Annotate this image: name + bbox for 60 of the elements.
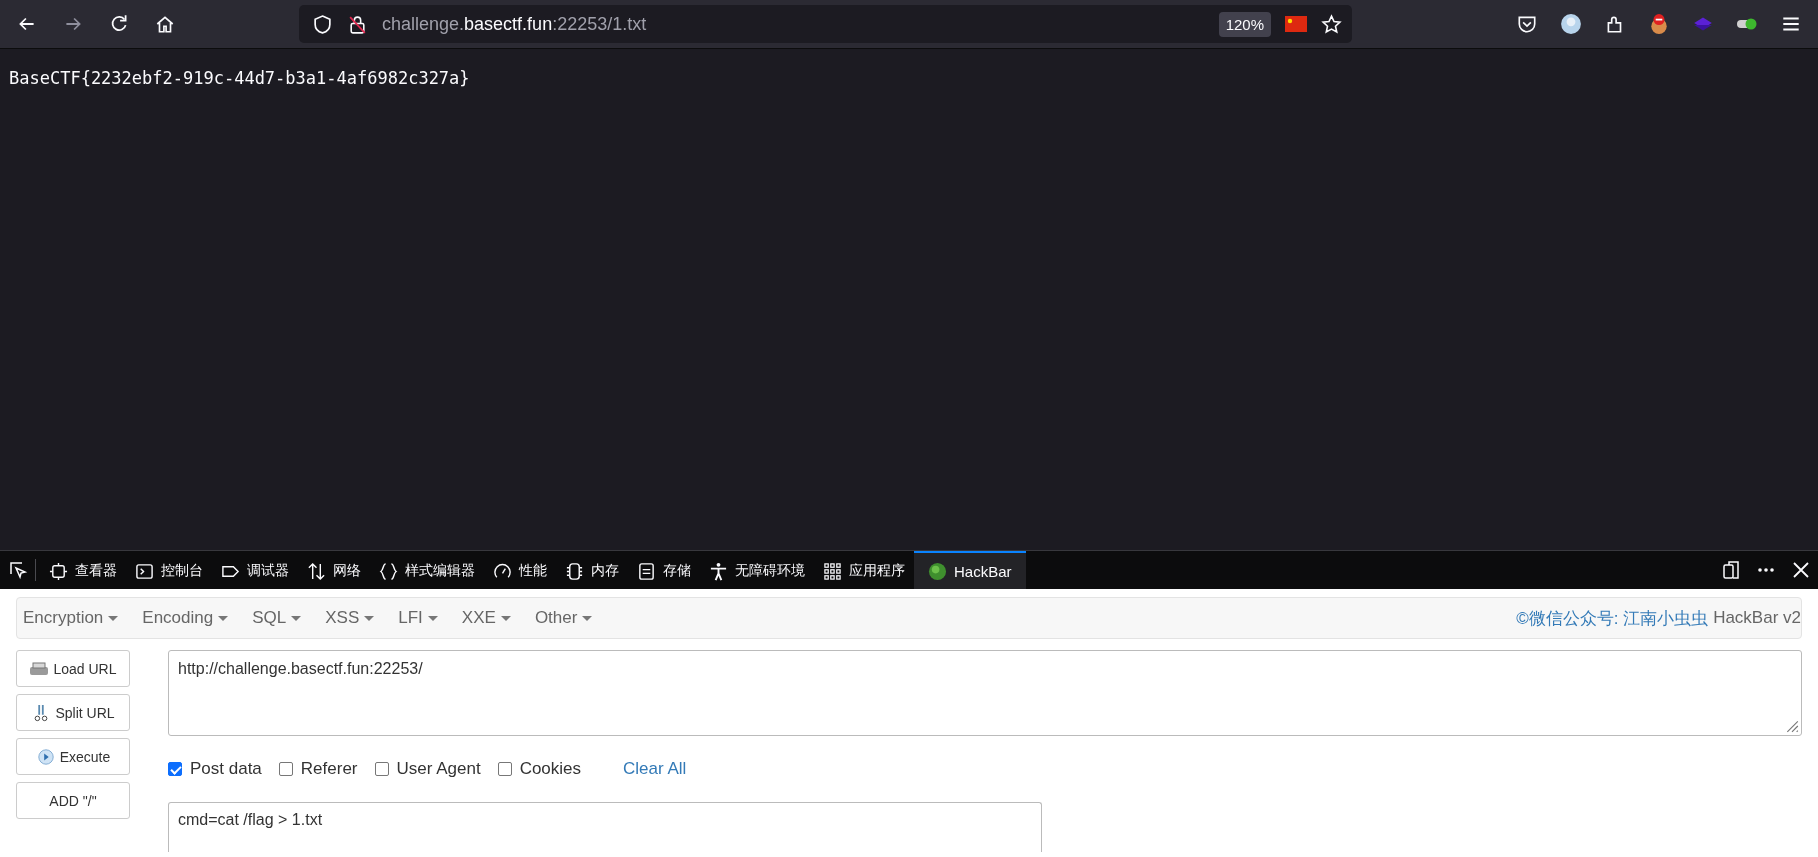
- star-icon[interactable]: [1321, 13, 1342, 35]
- checkbox[interactable]: [168, 762, 182, 776]
- menu-dropdown[interactable]: Encryption: [23, 608, 131, 628]
- checkbox-label: User Agent: [396, 759, 481, 779]
- devtools-tab[interactable]: 样式编辑器: [370, 551, 484, 589]
- url-textarea[interactable]: http://challenge.basectf.fun:22253/: [168, 650, 1802, 736]
- post-data-field[interactable]: cmd=cat /flag > 1.txt: [168, 802, 1042, 852]
- checkbox-label: Referer: [300, 759, 358, 779]
- action-button[interactable]: Split URL: [16, 694, 130, 731]
- shield-icon[interactable]: [312, 13, 333, 35]
- devtools-tab[interactable]: 调试器: [212, 551, 298, 589]
- blocker-icon[interactable]: [1648, 13, 1670, 35]
- avatar-icon[interactable]: [1560, 13, 1582, 35]
- storage-icon: [637, 561, 656, 581]
- url-text: challenge.basectf.fun:22253/1.txt: [382, 13, 648, 35]
- chip-icon: [49, 561, 68, 581]
- play-icon: [35, 747, 56, 766]
- devtools-tab[interactable]: 控制台: [126, 551, 212, 589]
- checkbox-label: Post data: [190, 759, 262, 779]
- credit-link[interactable]: ©微信公众号: 江南小虫虫: [1516, 606, 1709, 630]
- devtools-tab[interactable]: 查看器: [40, 551, 126, 589]
- hackbar-logo-icon: [928, 561, 947, 581]
- action-button[interactable]: Execute: [16, 738, 130, 775]
- close-icon[interactable]: [1791, 560, 1811, 580]
- devtools-tab[interactable]: 内存: [556, 551, 628, 589]
- checkbox[interactable]: [278, 762, 293, 776]
- zoom-level-badge[interactable]: 120%: [1218, 11, 1271, 37]
- checkbox[interactable]: [497, 762, 512, 776]
- action-button[interactable]: ADD "/": [16, 782, 130, 819]
- flag-icon: [1285, 16, 1307, 32]
- menu-dropdown[interactable]: Encoding: [142, 608, 241, 628]
- memory-chip-icon: [565, 561, 584, 581]
- devtools-tab[interactable]: 网络: [298, 551, 370, 589]
- clear-all-link[interactable]: Clear All: [623, 759, 687, 779]
- action-button[interactable]: Load URL: [16, 650, 130, 687]
- menu-dropdown[interactable]: XSS: [325, 608, 387, 628]
- printer-icon: [29, 659, 50, 678]
- person-icon: [709, 561, 728, 581]
- grid-icon: [823, 561, 842, 581]
- checkbox[interactable]: [374, 762, 389, 776]
- menu-dropdown[interactable]: XXE: [461, 608, 523, 628]
- version-text: HackBar v2: [1713, 608, 1801, 628]
- checkbox-label: Cookies: [519, 759, 582, 779]
- menu-dropdown[interactable]: Other: [534, 608, 605, 628]
- devtools-tab[interactable]: 性能: [484, 551, 556, 589]
- menu-dropdown[interactable]: LFI: [398, 608, 450, 628]
- address-bar[interactable]: challenge.basectf.fun:22253/1.txt 120%: [299, 5, 1352, 43]
- element-picker-icon[interactable]: [8, 560, 28, 580]
- dock-icon[interactable]: [1721, 560, 1741, 580]
- page-text: BaseCTF{2232ebf2-919c-44d7-b3a1-4af6982c327a}: [9, 68, 471, 88]
- devtools-tab[interactable]: 存储: [628, 551, 700, 589]
- menu-dropdown[interactable]: SQL: [252, 608, 314, 628]
- devtools-tab[interactable]: HackBar: [914, 551, 1026, 589]
- resize-grip-icon[interactable]: [1785, 719, 1799, 733]
- arrows-icon: [307, 561, 326, 581]
- devtools-tab[interactable]: 无障碍环境: [700, 551, 814, 589]
- devtools-tab[interactable]: 应用程序: [814, 551, 914, 589]
- terminal-icon: [135, 561, 154, 581]
- insecure-lock-icon[interactable]: [347, 13, 368, 35]
- braces-icon: [379, 561, 398, 581]
